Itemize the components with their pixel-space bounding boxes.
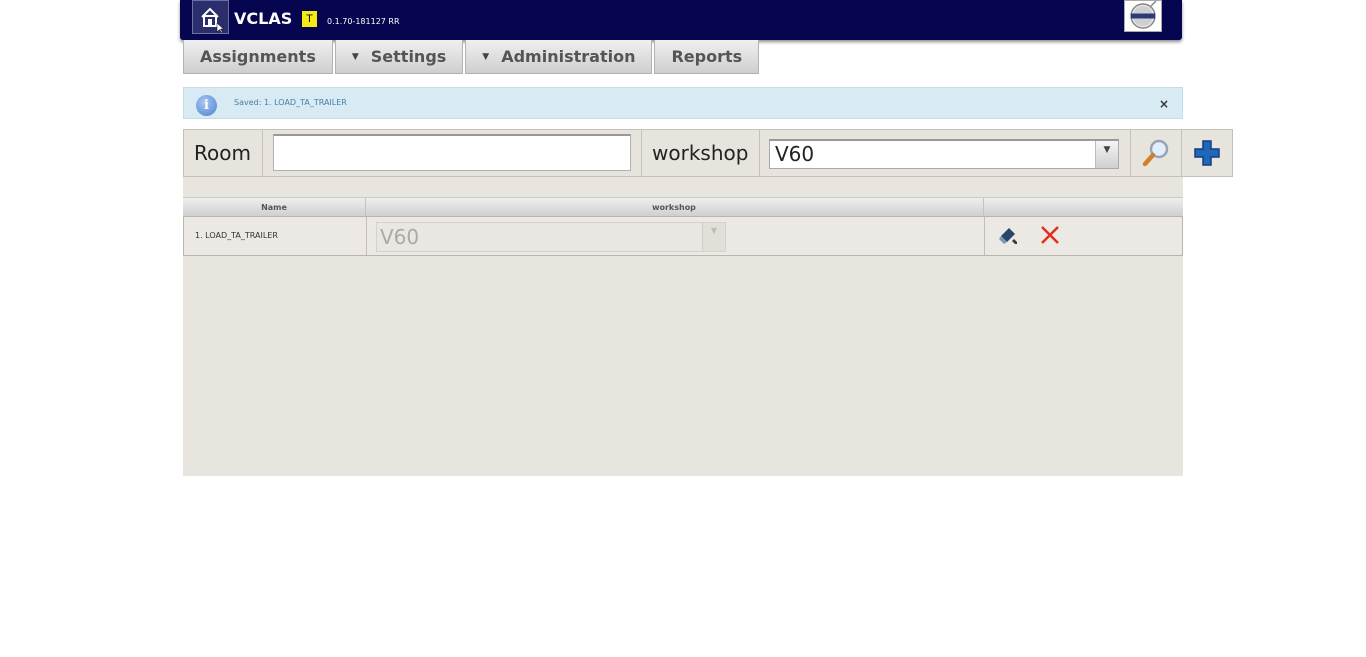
results-grid: Name workshop 1. LOAD_TA_TRAILER V60 ▼ bbox=[183, 177, 1183, 476]
app-title: VCLAS bbox=[234, 9, 293, 28]
workshop-select[interactable]: V60 ▼ bbox=[769, 139, 1119, 169]
row-workshop-cell: V60 ▼ bbox=[366, 217, 985, 255]
search-button[interactable] bbox=[1130, 129, 1182, 177]
delete-icon[interactable] bbox=[1039, 224, 1061, 246]
table-row[interactable]: 1. LOAD_TA_TRAILER V60 ▼ bbox=[183, 216, 1183, 256]
filter-bar: Room workshop V60 ▼ bbox=[183, 129, 1233, 177]
row-workshop-select: V60 ▼ bbox=[376, 222, 726, 252]
workshop-select-cell: V60 ▼ bbox=[759, 129, 1131, 177]
version-label: 0.1.70-181127 RR bbox=[327, 17, 400, 26]
table-header: Name workshop bbox=[183, 197, 1183, 217]
workshop-label-cell: workshop bbox=[641, 129, 760, 177]
row-workshop-value: V60 bbox=[380, 225, 420, 249]
menu-settings[interactable]: ▼ Settings bbox=[334, 40, 464, 74]
workshop-label: workshop bbox=[652, 141, 749, 165]
menu-label: Administration bbox=[501, 47, 636, 66]
column-header-name[interactable]: Name bbox=[183, 198, 366, 217]
room-input[interactable] bbox=[273, 134, 631, 171]
volvo-logo-icon bbox=[1124, 0, 1162, 32]
search-icon bbox=[1142, 139, 1169, 167]
column-header-workshop[interactable]: workshop bbox=[365, 198, 984, 217]
workshop-selected-value: V60 bbox=[775, 142, 815, 166]
menu-label: Reports bbox=[671, 47, 743, 66]
plus-icon bbox=[1194, 140, 1220, 166]
menu-label: Assignments bbox=[200, 47, 316, 66]
caret-down-icon: ▼ bbox=[351, 51, 359, 62]
room-input-cell bbox=[262, 129, 642, 177]
chevron-down-icon: ▼ bbox=[702, 223, 725, 251]
chevron-down-icon[interactable]: ▼ bbox=[1095, 141, 1118, 168]
add-button[interactable] bbox=[1181, 129, 1233, 177]
row-name: 1. LOAD_TA_TRAILER bbox=[184, 217, 367, 255]
info-message-bar: i Saved: 1. LOAD_TA_TRAILER × bbox=[183, 87, 1183, 119]
room-label-cell: Room bbox=[183, 129, 263, 177]
menu-label: Settings bbox=[370, 47, 447, 66]
app-header: VCLAS T 0.1.70-181127 RR bbox=[180, 0, 1182, 40]
info-message: Saved: 1. LOAD_TA_TRAILER bbox=[234, 98, 347, 107]
close-icon[interactable]: × bbox=[1159, 98, 1169, 110]
menu-assignments[interactable]: Assignments bbox=[183, 40, 333, 74]
environment-badge: T bbox=[302, 11, 317, 27]
row-actions bbox=[984, 217, 1182, 255]
menu-administration[interactable]: ▼ Administration bbox=[465, 40, 653, 74]
caret-down-icon: ▼ bbox=[482, 51, 490, 62]
info-icon: i bbox=[196, 95, 217, 116]
edit-icon[interactable] bbox=[996, 223, 1020, 247]
room-label: Room bbox=[194, 141, 251, 165]
main-menu: Assignments ▼ Settings ▼ Administration … bbox=[183, 40, 761, 74]
menu-reports[interactable]: Reports bbox=[654, 40, 760, 74]
house-cursor-icon[interactable] bbox=[192, 0, 229, 34]
column-header-actions bbox=[983, 198, 1183, 217]
